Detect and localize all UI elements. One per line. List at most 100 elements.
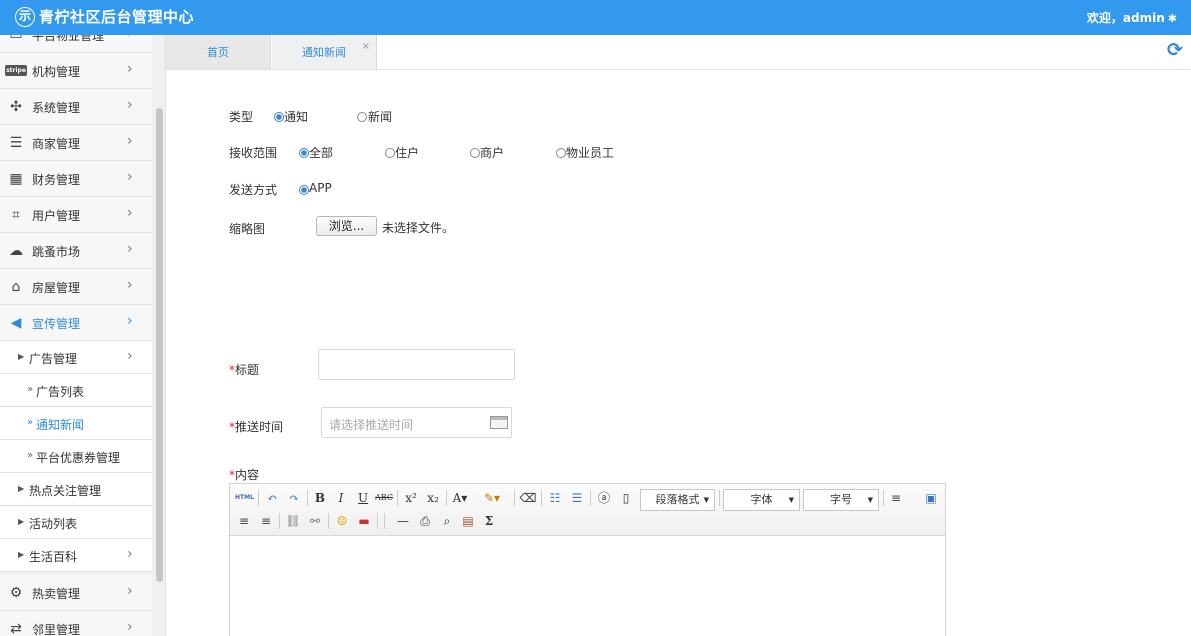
radio-type-notice[interactable] [274, 112, 284, 122]
close-icon[interactable]: × [362, 29, 370, 65]
font-color-icon[interactable]: A▾ [451, 489, 469, 507]
sidebar-item-label: 热卖管理 [32, 587, 81, 601]
paste-icon[interactable]: ▤ [459, 512, 477, 530]
title-label-text: 标题 [235, 363, 260, 377]
sidebar-subsubitem-coupons[interactable]: » 平台优惠券管理 [0, 440, 152, 473]
unordered-list-icon[interactable]: ☰ [568, 489, 586, 507]
chevron-right-icon: › [127, 61, 133, 77]
paste-word-icon[interactable]: ▯ [617, 489, 635, 507]
sidebar-subitem-label: 活动列表 [29, 517, 78, 531]
radio-scope-staff[interactable] [556, 148, 566, 158]
sidebar-subsubitem-ad-list[interactable]: » 广告列表 [0, 374, 152, 407]
app-logo-icon: 示 [15, 7, 35, 27]
eraser-icon[interactable]: ⌫ [519, 489, 537, 507]
html-source-icon[interactable]: HTML [235, 489, 254, 507]
undo-icon[interactable]: ↶ [263, 489, 281, 507]
sidebar-subsubitem-notice-news[interactable]: » 通知新闻 [0, 407, 152, 440]
redo-icon[interactable]: ↷ [285, 489, 303, 507]
superscript-icon[interactable]: x² [402, 489, 420, 507]
sidebar-item-label: 商家管理 [32, 137, 81, 151]
bold-icon[interactable]: B [311, 489, 329, 507]
form-area: 类型 通知 新闻 接收范围 全部 住户 商户 物业员工 发送方式 APP 缩略图… [166, 70, 1191, 636]
sidebar-scrollbar-thumb[interactable] [156, 108, 163, 582]
highlight-icon[interactable]: ✎▾ [483, 489, 501, 507]
align-right-icon[interactable]: ≡ [257, 512, 275, 530]
chevron-right-icon: › [127, 277, 133, 293]
sidebar-item-label: 机构管理 [32, 65, 81, 79]
sidebar-item-neighbors[interactable]: ⇄ 邻里管理 › [0, 611, 152, 636]
sidebar-subitem-wiki[interactable]: ▶ 生活百科 › [0, 539, 152, 572]
editor-body[interactable] [230, 537, 945, 636]
user-menu[interactable]: 欢迎，admin ✱ [1087, 9, 1177, 26]
radio-send-app-label: APP [309, 181, 332, 195]
sidebar-subsubitem-label: 平台优惠券管理 [36, 451, 121, 465]
align-left-icon[interactable]: ≡ [887, 489, 905, 507]
emoji-icon[interactable]: ☺ [333, 512, 351, 530]
font-family-select[interactable]: 字体 ▼ [723, 489, 800, 511]
dropdown-arrow-icon: ▼ [867, 496, 873, 504]
fullscreen-icon[interactable]: ▣ [922, 489, 940, 507]
caret-right-icon: ▶ [18, 517, 25, 526]
sidebar-item-system[interactable]: ✣ 系统管理 › [0, 89, 152, 125]
gear-icon[interactable]: ✱ [1168, 12, 1177, 25]
italic-icon[interactable]: I [332, 489, 350, 507]
radio-scope-residents-label: 住户 [395, 146, 420, 160]
underline-icon[interactable]: U [354, 489, 372, 507]
font-size-select[interactable]: 字号 ▼ [803, 489, 879, 511]
list-icon: ☰ [9, 135, 23, 151]
radio-scope-residents[interactable] [385, 148, 395, 158]
strikethrough-icon[interactable]: ABC [375, 489, 393, 507]
unlink-icon[interactable]: ⚯ [306, 512, 324, 530]
subscript-icon[interactable]: x₂ [424, 489, 442, 507]
sidebar-item-org[interactable]: stripe 机构管理 › [0, 53, 152, 89]
toolbar-separator [377, 513, 378, 529]
radio-scope-merchants[interactable] [470, 148, 480, 158]
sidebar-item-house[interactable]: ⌂ 房屋管理 › [0, 269, 152, 305]
radio-type-news[interactable] [357, 112, 367, 122]
sidebar-item-finance[interactable]: ▦ 财务管理 › [0, 161, 152, 197]
tab-home[interactable]: 首页 [166, 35, 271, 69]
sidebar-item-users[interactable]: ⌗ 用户管理 › [0, 197, 152, 233]
sidebar-subitem-ads[interactable]: ▶ 广告管理 › [0, 341, 152, 374]
paste-text-icon[interactable]: ⓐ [595, 489, 613, 507]
dropdown-arrow-icon: ▼ [703, 496, 709, 504]
send-method-label: 发送方式 [229, 183, 278, 197]
ordered-list-icon[interactable]: ☷ [546, 489, 564, 507]
horizontal-rule-icon[interactable]: — [394, 512, 412, 530]
sidebar-subitem-activities[interactable]: ▶ 活动列表 [0, 506, 152, 539]
toolbar-separator [397, 490, 398, 506]
sidebar-scrollbar[interactable] [152, 35, 166, 636]
push-time-placeholder: 请选择推送时间 [329, 418, 414, 432]
formula-icon[interactable]: Σ [480, 512, 498, 530]
sidebar-item-merchant[interactable]: ☰ 商家管理 › [0, 125, 152, 161]
sidebar-item-property[interactable]: ▭ 平台物业管理 › [0, 35, 152, 53]
chevron-right-icon: › [127, 348, 133, 364]
toolbar-separator [384, 513, 385, 529]
title-input[interactable] [318, 349, 515, 380]
toolbar-separator [590, 490, 591, 506]
rich-text-editor[interactable]: HTML ↶ ↷ B I U ABC x² x₂ A▾ ✎▾ ⌫ ☷ ☰ ⓐ ▯… [229, 483, 946, 636]
radio-type-news-label: 新闻 [368, 110, 393, 124]
link-icon[interactable]: ⛓ [284, 512, 302, 530]
sidebar-subitem-hotspot[interactable]: ▶ 热点关注管理 [0, 473, 152, 506]
sidebar-item-label: 平台物业管理 [32, 35, 105, 43]
align-center-icon[interactable]: ≡ [235, 512, 253, 530]
sidebar-item-market[interactable]: ☁ 跳蚤市场 › [0, 233, 152, 269]
print-icon[interactable]: ⎙ [416, 512, 434, 530]
push-time-input[interactable]: 请选择推送时间 [321, 407, 512, 438]
radio-send-app[interactable] [299, 185, 309, 195]
sidebar-item-promotion[interactable]: ◀ 宣传管理 › [0, 305, 152, 341]
chevron-right-icon: › [127, 619, 133, 635]
browse-button[interactable]: 浏览... [316, 216, 377, 236]
paragraph-format-select[interactable]: 段落格式 ▼ [640, 489, 715, 511]
image-icon[interactable]: ▬ [355, 512, 373, 530]
crop-icon: ⌗ [12, 207, 20, 223]
calendar-icon[interactable] [490, 416, 508, 429]
refresh-icon[interactable]: ⟳ [1167, 40, 1187, 60]
double-chevron-icon: » [27, 417, 34, 428]
sidebar-item-hot-sale[interactable]: ⚙ 热卖管理 › [0, 575, 152, 611]
tab-notice-news[interactable]: 通知新闻 × [272, 35, 377, 69]
toolbar-separator [446, 490, 447, 506]
preview-icon[interactable]: ⌕ [438, 512, 456, 530]
radio-scope-all[interactable] [299, 148, 309, 158]
